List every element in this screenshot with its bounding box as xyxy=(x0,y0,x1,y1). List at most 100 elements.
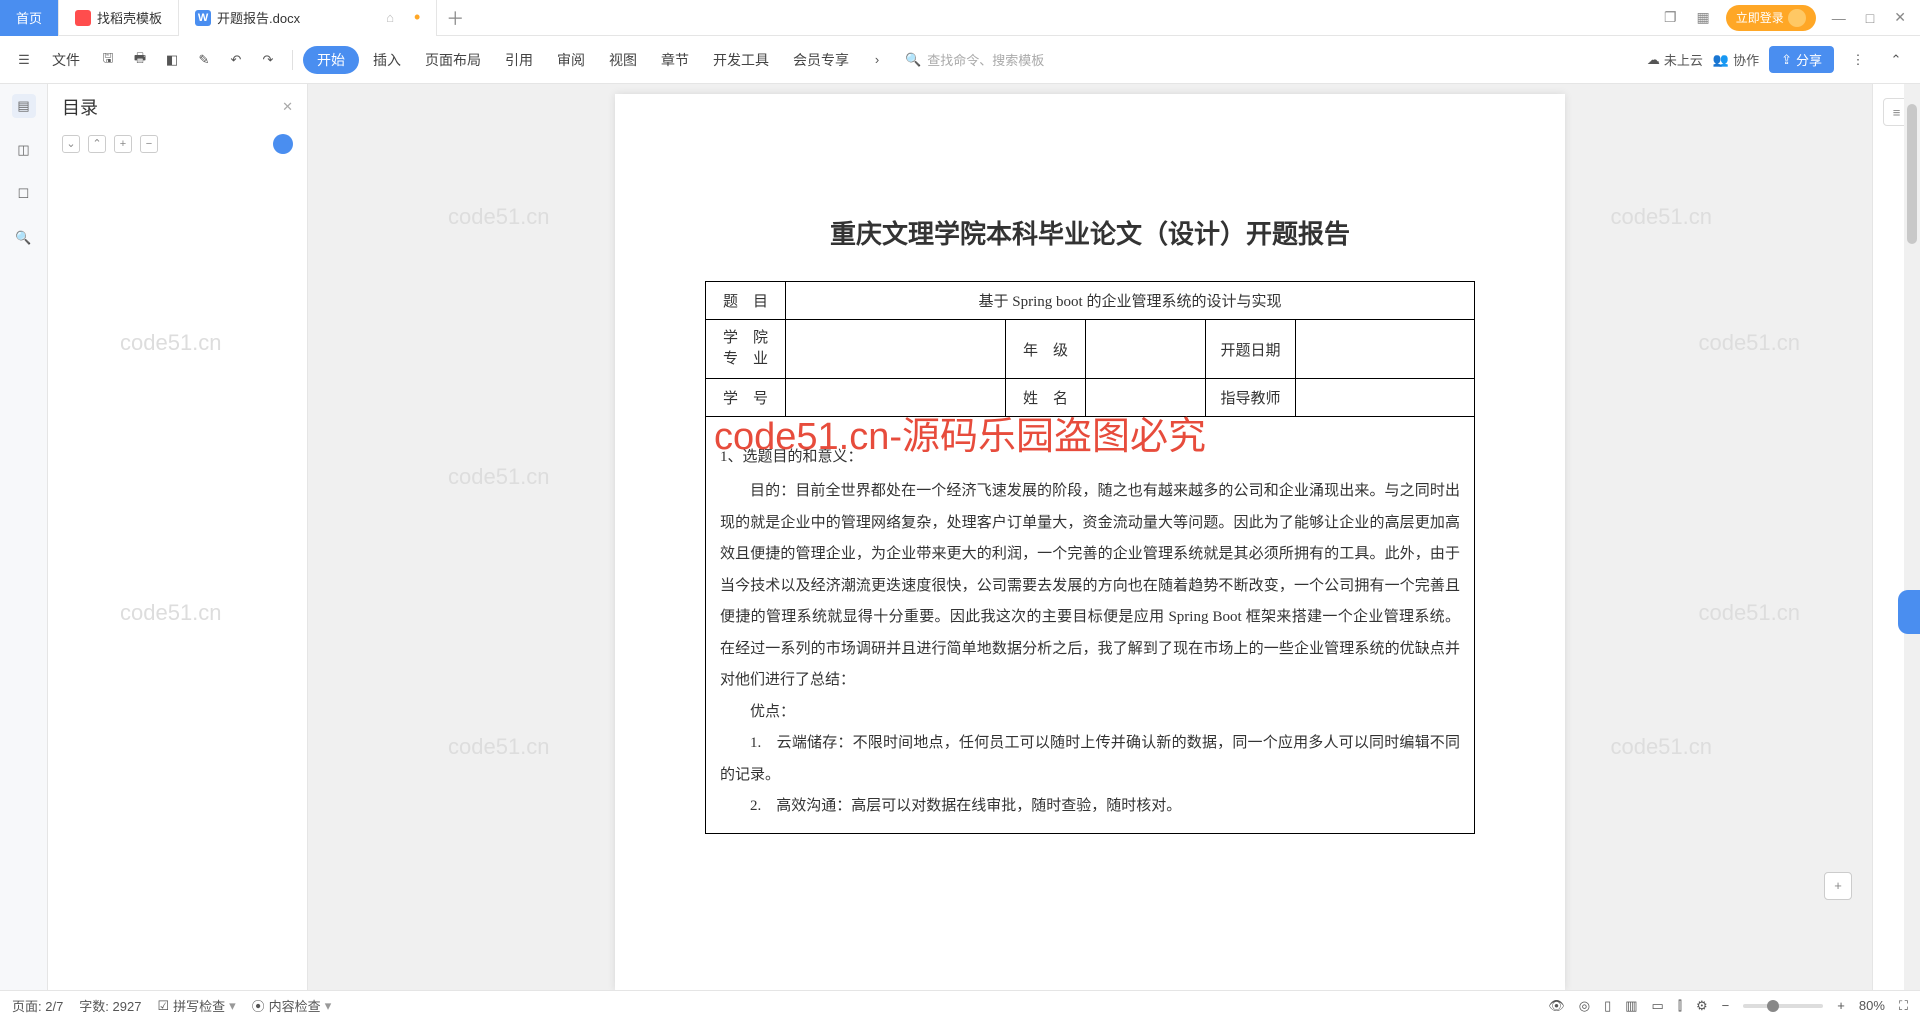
close-button[interactable]: ✕ xyxy=(1890,5,1910,30)
zoom-level[interactable]: 80% xyxy=(1859,998,1885,1013)
outline-panel-icon[interactable]: ▤ xyxy=(12,94,36,118)
share-button[interactable]: ⇪ 分享 xyxy=(1769,46,1834,73)
daoke-icon xyxy=(75,10,91,26)
watermark: code51.cn xyxy=(448,464,550,490)
side-tab[interactable] xyxy=(1898,590,1920,634)
status-bar: 页面: 2/7 字数: 2927 ☑拼写检查▾ ⦿内容检查▾ 👁 ◎ ▯ ▥ ▭… xyxy=(0,990,1920,1020)
view-focus-icon[interactable]: ◎ xyxy=(1579,998,1590,1014)
outline-tools: ⌄ ⌃ + − xyxy=(48,130,307,158)
menu-start[interactable]: 开始 xyxy=(303,46,359,74)
menu-icon[interactable]: ☰ xyxy=(10,46,38,74)
save-icon[interactable]: 🖫 xyxy=(94,46,122,74)
tab-label: 找稻壳模板 xyxy=(97,8,162,27)
list-item: 2. 高效沟通：高层可以对数据在线审批，随时查验，随时核对。 xyxy=(720,791,1460,823)
spellcheck-toggle[interactable]: ☑拼写检查▾ xyxy=(157,996,235,1015)
menu-chapter[interactable]: 章节 xyxy=(651,44,699,76)
main-area: ▤ ◫ ☐ 🔍 目录 ✕ ⌄ ⌃ + − code51.cn code51.cn… xyxy=(0,84,1920,990)
cloud-icon: ☁ xyxy=(1647,52,1660,68)
redo-icon[interactable]: ↷ xyxy=(254,46,282,74)
more-icon[interactable]: ⋮ xyxy=(1844,46,1872,74)
preview-icon[interactable]: ◧ xyxy=(158,46,186,74)
value-id xyxy=(786,379,1006,417)
view-layout-icon[interactable]: ▥ xyxy=(1625,998,1637,1014)
outline-panel: 目录 ✕ ⌄ ⌃ + − xyxy=(48,84,308,990)
file-menu[interactable]: 文件 xyxy=(42,44,90,76)
page-indicator[interactable]: 页面: 2/7 xyxy=(12,996,63,1015)
menu-review[interactable]: 审阅 xyxy=(547,44,595,76)
watermark: code51.cn xyxy=(1610,204,1712,230)
new-tab-button[interactable]: ＋ xyxy=(437,5,473,31)
tab-home[interactable]: 首页 xyxy=(0,0,59,36)
title-bar: 首页 找稻壳模板 W 开题报告.docx ⌂ • ＋ ❐ ▦ 立即登录 — □ … xyxy=(0,0,1920,36)
minimize-button[interactable]: — xyxy=(1828,6,1850,30)
page-add-icon[interactable]: + xyxy=(1824,872,1852,900)
login-button[interactable]: 立即登录 xyxy=(1726,5,1816,31)
search-panel-icon[interactable]: 🔍 xyxy=(12,226,36,250)
maximize-button[interactable]: □ xyxy=(1862,6,1878,30)
menu-insert[interactable]: 插入 xyxy=(363,44,411,76)
scroll-thumb[interactable] xyxy=(1907,104,1917,244)
add-section-icon[interactable]: + xyxy=(114,135,132,153)
label-date: 开题日期 xyxy=(1206,320,1296,379)
value-date xyxy=(1296,320,1475,379)
tab-document[interactable]: W 开题报告.docx ⌂ • xyxy=(179,0,437,36)
label-id: 学 号 xyxy=(706,379,786,417)
print-icon[interactable]: 🖶 xyxy=(126,46,154,74)
view-eye-icon[interactable]: 👁 xyxy=(1548,998,1565,1014)
menu-dev[interactable]: 开发工具 xyxy=(703,44,779,76)
format-brush-icon[interactable]: ✎ xyxy=(190,46,218,74)
layout-icon[interactable]: ❐ xyxy=(1660,5,1681,30)
document-viewport[interactable]: code51.cn code51.cn code51.cn code51.cn … xyxy=(308,84,1872,990)
table-row: 学 号 姓 名 指导教师 xyxy=(706,379,1475,417)
content-check-toggle[interactable]: ⦿内容检查▾ xyxy=(252,996,332,1015)
menu-view[interactable]: 视图 xyxy=(599,44,647,76)
unsaved-dot-icon: • xyxy=(414,7,420,28)
command-search[interactable]: 🔍 查找命令、搜索模板 xyxy=(905,50,1044,69)
view-read-icon[interactable]: ⫿ xyxy=(1678,998,1682,1014)
cloud-status[interactable]: ☁ 未上云 xyxy=(1647,50,1703,69)
menu-member[interactable]: 会员专享 xyxy=(783,44,859,76)
zoom-in-button[interactable]: + xyxy=(1837,998,1845,1013)
vertical-scrollbar[interactable] xyxy=(1904,84,1920,990)
section-heading: 1、选题目的和意义： xyxy=(720,445,1460,466)
label-topic: 题 目 xyxy=(706,282,786,320)
expand-all-icon[interactable]: ⌃ xyxy=(88,135,106,153)
value-advisor xyxy=(1296,379,1475,417)
paragraph-advantages: 优点： xyxy=(720,697,1460,729)
word-icon: W xyxy=(195,10,211,26)
word-count[interactable]: 字数: 2927 xyxy=(79,996,141,1015)
zoom-settings-icon[interactable]: ⚙ xyxy=(1696,998,1708,1014)
status-right: 👁 ◎ ▯ ▥ ▭ ⫿ ⚙ − + 80% ⛶ xyxy=(1548,998,1908,1014)
search-small-icon: ⦿ xyxy=(252,996,265,1015)
collapse-ribbon-icon[interactable]: ⌃ xyxy=(1882,46,1910,74)
tab-label: 开题报告.docx xyxy=(217,8,300,27)
collapse-all-icon[interactable]: ⌄ xyxy=(62,135,80,153)
close-outline-icon[interactable]: ✕ xyxy=(282,99,293,115)
collab-button[interactable]: 👥 协作 xyxy=(1713,50,1759,69)
undo-icon[interactable]: ↶ xyxy=(222,46,250,74)
zoom-out-button[interactable]: − xyxy=(1722,998,1730,1013)
more-menu-icon[interactable]: › xyxy=(863,46,891,74)
fullscreen-icon[interactable]: ⛶ xyxy=(1899,998,1908,1014)
label-name: 姓 名 xyxy=(1006,379,1086,417)
zoom-slider[interactable] xyxy=(1743,1004,1823,1008)
nav-icon[interactable]: ◫ xyxy=(12,138,36,162)
collab-icon: 👥 xyxy=(1713,52,1729,68)
view-web-icon[interactable]: ▭ xyxy=(1652,998,1664,1014)
apps-icon[interactable]: ▦ xyxy=(1693,5,1714,30)
window-controls: ❐ ▦ 立即登录 — □ ✕ xyxy=(1660,5,1920,31)
watermark: code51.cn xyxy=(1610,734,1712,760)
tab-templates[interactable]: 找稻壳模板 xyxy=(59,0,179,36)
ribbon-toolbar: ☰ 文件 🖫 🖶 ◧ ✎ ↶ ↷ 开始 插入 页面布局 引用 审阅 视图 章节 … xyxy=(0,36,1920,84)
label-advisor: 指导教师 xyxy=(1206,379,1296,417)
sync-indicator-icon[interactable] xyxy=(273,134,293,154)
login-label: 立即登录 xyxy=(1736,9,1784,26)
remove-section-icon[interactable]: − xyxy=(140,135,158,153)
menu-ref[interactable]: 引用 xyxy=(495,44,543,76)
view-page-icon[interactable]: ▯ xyxy=(1604,998,1611,1014)
search-placeholder: 查找命令、搜索模板 xyxy=(927,50,1044,69)
menu-layout[interactable]: 页面布局 xyxy=(415,44,491,76)
outline-title: 目录 xyxy=(62,94,98,120)
value-name xyxy=(1086,379,1206,417)
bookmark-icon[interactable]: ☐ xyxy=(12,182,36,206)
